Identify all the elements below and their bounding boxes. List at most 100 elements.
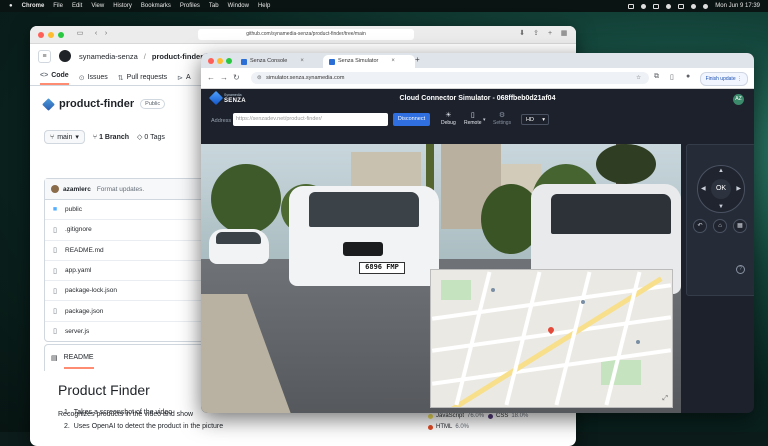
forward-icon[interactable]: › <box>102 30 110 38</box>
tab-overview-icon[interactable]: ▦ <box>560 30 568 38</box>
minimize-window-button[interactable] <box>48 32 54 38</box>
map-overlay[interactable]: ⤢ <box>430 269 673 408</box>
file-icon: ▯ <box>53 247 57 255</box>
download-icon[interactable]: ⬇ <box>518 30 526 38</box>
map-poi-icon[interactable] <box>636 340 640 344</box>
repo-name-link[interactable]: product-finder <box>152 52 203 61</box>
site-info-icon[interactable]: ⊜ <box>257 75 262 81</box>
close-window-button[interactable] <box>208 58 214 64</box>
file-name[interactable]: package-lock.json <box>65 287 117 294</box>
quality-value: HD <box>526 117 534 123</box>
settings-button[interactable]: ⚙ Settings <box>493 111 511 126</box>
map-poi-icon[interactable] <box>581 300 585 304</box>
gear-icon: ⚙ <box>498 112 506 119</box>
menu-clock[interactable]: Mon Jun 9 17:39 <box>715 3 760 9</box>
menu-view[interactable]: View <box>91 3 104 9</box>
tags-link[interactable]: ◇ 0 Tags <box>137 133 165 141</box>
menu-window[interactable]: Window <box>228 3 249 9</box>
hamburger-menu-icon[interactable]: ≡ <box>38 49 51 63</box>
safari-url-bar[interactable]: github.com/synamedia-senza/product-finde… <box>198 29 414 40</box>
tab-actions[interactable]: ⊳ A <box>177 70 191 85</box>
status-icon[interactable] <box>641 3 647 9</box>
avatar[interactable]: AZ <box>733 94 744 105</box>
fullscreen-icon[interactable]: ⤢ <box>662 395 668 403</box>
forward-icon[interactable]: → <box>220 73 228 82</box>
readme-step-2: 2. Uses OpenAI to detect the product in … <box>64 423 224 430</box>
ok-button[interactable]: OK <box>711 179 731 199</box>
volume-icon[interactable] <box>666 3 672 9</box>
menu-profiles[interactable]: Profiles <box>180 3 200 9</box>
readme-tab[interactable]: README <box>63 354 94 369</box>
tags-count: 0 Tags <box>144 134 165 141</box>
tab-label: Issues <box>87 74 108 81</box>
left-arrow-button[interactable]: ◀ <box>701 185 706 192</box>
remote-button[interactable]: ▯ Remote <box>464 111 482 126</box>
sidebar-icon[interactable]: ▭ <box>76 30 84 38</box>
close-window-button[interactable] <box>38 32 44 38</box>
tab-senza-console[interactable]: Senza Console × <box>237 55 325 68</box>
commit-message[interactable]: Format updates. <box>97 186 144 193</box>
wifi-icon[interactable] <box>691 3 697 9</box>
minimize-window-button[interactable] <box>217 58 223 64</box>
branches-link[interactable]: ⑂ 1 Branch <box>93 134 129 141</box>
zoom-window-button[interactable] <box>226 58 232 64</box>
control-center-icon[interactable] <box>628 3 635 9</box>
spotlight-icon[interactable] <box>703 3 709 9</box>
new-tab-icon[interactable]: + <box>546 30 554 38</box>
reload-icon[interactable]: ↻ <box>233 73 240 82</box>
language-percent: 6.0% <box>455 424 470 430</box>
up-arrow-button[interactable]: ▲ <box>718 168 724 174</box>
file-name[interactable]: README.md <box>65 247 104 254</box>
zoom-window-button[interactable] <box>58 32 64 38</box>
file-name[interactable]: package.json <box>65 308 103 315</box>
tab-code[interactable]: <> Code <box>40 68 69 85</box>
disconnect-button[interactable]: Disconnect <box>393 113 430 126</box>
license-plate: 6896 FMP <box>359 262 405 274</box>
menu-bookmarks[interactable]: Bookmarks <box>141 3 171 9</box>
tab-senza-simulator[interactable]: Senza Simulator × <box>323 55 415 68</box>
debug-button[interactable]: ☀ Debug <box>441 111 456 126</box>
menu-history[interactable]: History <box>113 3 132 9</box>
menu-tab[interactable]: Tab <box>209 3 219 9</box>
github-logo-icon[interactable] <box>59 50 71 62</box>
avatar[interactable] <box>51 185 59 193</box>
down-arrow-button[interactable]: ▼ <box>718 204 724 210</box>
apple-icon[interactable]: ● <box>9 3 13 9</box>
address-bar[interactable]: ⊜ simulator.senza.synamedia.com ☆ <box>251 72 649 84</box>
home-button[interactable]: ⌂ <box>713 219 727 233</box>
help-button[interactable]: ? <box>736 265 745 274</box>
finish-update-button[interactable]: Finish update ⋮ <box>699 72 748 86</box>
menu-file[interactable]: File <box>53 3 63 9</box>
quality-select[interactable]: HD ▾ <box>521 114 549 125</box>
file-name[interactable]: app.yaml <box>65 267 91 274</box>
close-tab-icon[interactable]: × <box>391 55 395 68</box>
new-tab-button[interactable]: + <box>415 55 420 64</box>
back-icon[interactable]: ‹ <box>92 30 100 38</box>
bookmark-star-icon[interactable]: ☆ <box>636 72 641 84</box>
right-arrow-button[interactable]: ▶ <box>736 185 741 192</box>
branch-selector-button[interactable]: ⑂ main ▾ <box>44 130 85 144</box>
menu-help[interactable]: Help <box>258 3 270 9</box>
file-name[interactable]: server.js <box>65 328 89 335</box>
close-tab-icon[interactable]: × <box>300 55 304 68</box>
profile-icon[interactable]: ● <box>686 73 690 80</box>
menu-edit[interactable]: Edit <box>72 3 82 9</box>
menu-app-name[interactable]: Chrome <box>22 3 45 9</box>
chevron-down-icon[interactable]: ▾ <box>483 117 486 123</box>
extensions-icon[interactable]: ⧉ <box>654 73 659 81</box>
tab-issues[interactable]: ⊙ Issues <box>79 70 108 85</box>
side-panel-icon[interactable]: ▯ <box>670 73 674 81</box>
back-button[interactable]: ↶ <box>693 219 707 233</box>
commit-author[interactable]: azamlerc <box>63 186 91 193</box>
menu-grid-button[interactable]: ▦ <box>733 219 747 233</box>
tab-pull-requests[interactable]: ⇅ Pull requests <box>118 70 167 85</box>
map-poi-icon[interactable] <box>491 288 495 292</box>
app-address-input[interactable]: https://senzadev.net/product-finder/ <box>233 113 388 126</box>
back-icon[interactable]: ← <box>207 73 215 82</box>
battery-icon[interactable] <box>678 3 685 9</box>
file-name[interactable]: public <box>65 206 82 213</box>
share-icon[interactable]: ⇪ <box>532 30 540 38</box>
file-name[interactable]: .gitignore <box>65 226 92 233</box>
display-icon[interactable] <box>653 3 660 9</box>
repo-owner-link[interactable]: synamedia-senza <box>79 52 138 61</box>
